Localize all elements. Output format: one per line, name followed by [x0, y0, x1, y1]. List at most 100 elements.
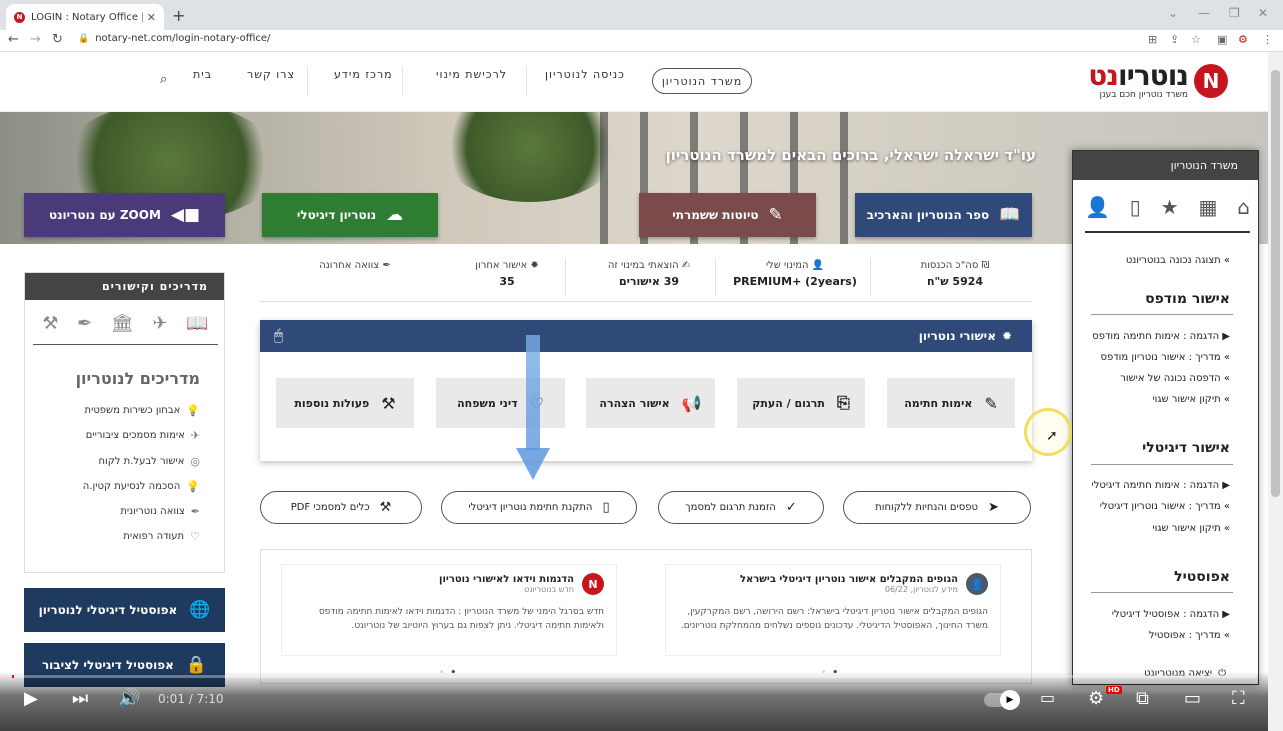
- sidebar-demo-link[interactable]: ▶ הדגמה : אימות חתימה דיגיטלי: [1091, 480, 1230, 491]
- book-open-icon[interactable]: 📖: [186, 313, 208, 334]
- video-camera-icon: ■◀: [170, 205, 201, 225]
- sidebar-link-proper-display[interactable]: » תצוגה נכונה בנוטריונט: [1126, 255, 1230, 266]
- order-translation-button[interactable]: ✓ הזמנת תרגום למסמך: [658, 491, 824, 524]
- sidebar-guide-link[interactable]: » מדריך : אישור נוטריון דיגיטלי: [1100, 501, 1230, 512]
- user-check-icon: 👤: [808, 260, 825, 271]
- heart-pulse-icon: ♡: [190, 530, 200, 543]
- minimize-icon[interactable]: —: [1198, 6, 1210, 20]
- film-icon[interactable]: ▦: [1198, 195, 1217, 219]
- sidebar-guide-link[interactable]: » תיקון אישור שגוי: [1152, 523, 1230, 534]
- sidebar-guide-link[interactable]: » תיקון אישור שגוי: [1152, 394, 1230, 405]
- guide-link[interactable]: ◎ אישור לבעל.ת לקוח: [98, 455, 200, 468]
- tile-more-actions[interactable]: ⚒ פעולות נוספות: [276, 378, 414, 428]
- reload-icon[interactable]: ↻: [52, 32, 63, 47]
- site-logo[interactable]: נוטריונט משרד נוטריון חכם בענן N: [1088, 62, 1228, 100]
- search-icon[interactable]: ⌕: [160, 72, 167, 87]
- tools-icon: ⚒: [381, 393, 396, 413]
- install-signature-button[interactable]: ▯ התקנת חתימת נוטריון דיגיטלי: [441, 491, 637, 524]
- sidebar-guide-link[interactable]: » הדפסה נכונה של אישור: [1120, 373, 1230, 384]
- zoom-button[interactable]: ■◀ ZOOM עם נוטריונט: [24, 193, 225, 237]
- menu-info-center[interactable]: מרכז מידע: [334, 68, 393, 81]
- new-tab-button[interactable]: +: [172, 6, 185, 25]
- restore-icon[interactable]: ❐: [1229, 6, 1240, 20]
- share-icon[interactable]: ⇪: [1170, 33, 1179, 46]
- tile-declaration[interactable]: 📢 אישור הצהרה: [586, 378, 715, 428]
- fullscreen-icon[interactable]: ⛶: [1232, 688, 1245, 709]
- tile-translation-copy[interactable]: ⎘ תרגום / העתק: [737, 378, 865, 428]
- tile-family-law[interactable]: ♡דיני משפחה: [436, 378, 565, 428]
- back-icon[interactable]: ←: [8, 32, 19, 47]
- volume-icon[interactable]: 🔊: [118, 688, 140, 709]
- translate-icon[interactable]: ⊞: [1148, 33, 1157, 46]
- guide-link[interactable]: ♡ תעודה רפואית: [123, 530, 200, 543]
- page-scrollbar[interactable]: [1268, 52, 1283, 731]
- copy-icon: ⎘: [836, 393, 850, 412]
- menu-office-button[interactable]: משרד הנוטריון: [652, 68, 752, 94]
- news-card[interactable]: N הדגמות וידאו לאישורי נוטריון חדש בנוטר…: [281, 564, 617, 656]
- forms-guidelines-button[interactable]: ➤ טפסים והנחיות ללקוחות: [843, 491, 1031, 524]
- news-meta: חדש בנוטריונט: [524, 585, 574, 594]
- next-icon[interactable]: ⏭: [72, 688, 88, 709]
- approvals-panel: ✹ אישורי נוטריון 🖱 ✎ אימות חתימה ⎘ תרגום / …: [260, 320, 1032, 461]
- annotation-arrow: [526, 335, 540, 450]
- theater-mode-icon[interactable]: ▭: [1184, 688, 1201, 709]
- window-close-icon[interactable]: ✕: [1258, 6, 1268, 20]
- logo-wordmark: נוטריונט: [1088, 59, 1189, 92]
- close-tab-icon[interactable]: ✕: [147, 11, 156, 24]
- airplane-icon[interactable]: ✈: [152, 313, 167, 334]
- guide-link[interactable]: 💡 הסכמה לנסיעת קטין.ה: [83, 480, 200, 493]
- side-panel-icon[interactable]: ▣: [1217, 33, 1227, 46]
- video-progress-bar[interactable]: [12, 675, 1256, 678]
- logo-n-icon: N: [1194, 64, 1228, 98]
- sidebar-demo-link[interactable]: ▶ הדגמה : אפוסטיל דיגיטלי: [1112, 609, 1230, 620]
- folder-star-icon[interactable]: ★: [1161, 195, 1179, 219]
- guide-link[interactable]: ✈ אימות מסמכים ציבוריים: [86, 429, 200, 442]
- miniplayer-icon[interactable]: ⧉: [1136, 688, 1149, 709]
- bulb-icon: 💡: [186, 480, 200, 493]
- subtitles-icon[interactable]: ▭: [1040, 688, 1055, 707]
- menu-home[interactable]: בית: [193, 68, 212, 81]
- plant-image: [440, 112, 620, 202]
- sidebar-guide-link[interactable]: » מדריך : אישור נוטריון מודפס: [1100, 352, 1230, 363]
- menu-divider: [402, 66, 403, 96]
- tools-icon: ⚒: [379, 500, 392, 515]
- seal-icon: ✹: [527, 260, 539, 271]
- sidebar-guide-link[interactable]: » מדריך : אפוסטיל: [1149, 630, 1230, 641]
- menu-contact[interactable]: צרו קשר: [247, 68, 295, 81]
- usb-token-icon[interactable]: ▯: [1130, 195, 1141, 219]
- user-icon[interactable]: 👤: [1085, 195, 1110, 219]
- guides-panel: מדריכים וקישורים ⚒ ✒ 🏛 ✈ 📖 מדריכים לנוטר…: [24, 272, 225, 573]
- browser-menu-icon[interactable]: ⋮: [1262, 33, 1273, 46]
- menu-notary-login[interactable]: כניסה לנוטריון: [545, 68, 625, 81]
- digital-notary-button[interactable]: ☁ נוטריון דיגיטלי: [262, 193, 438, 237]
- home-icon[interactable]: ⌂: [1237, 195, 1250, 219]
- stat-last-will: ✒ צוואה אחרונה: [319, 260, 391, 271]
- bank-icon[interactable]: 🏛: [111, 313, 134, 334]
- globe-icon: 🌐: [189, 600, 211, 620]
- scrollbar-thumb[interactable]: [1271, 70, 1280, 497]
- autoplay-toggle[interactable]: ▶: [984, 690, 1020, 710]
- quill-icon[interactable]: ✒: [77, 313, 92, 334]
- browser-tab[interactable]: N LOGIN : Notary Office | נוטריון חכם בע…: [6, 4, 164, 30]
- url-field[interactable]: 🔒 notary-net.com/login-notary-office/: [78, 33, 270, 44]
- tab-search-icon[interactable]: ⌄: [1168, 6, 1178, 20]
- profile-icon[interactable]: ⚙: [1238, 33, 1248, 46]
- pdf-tools-button[interactable]: ⚒ כלים למסמכי PDF: [260, 491, 422, 524]
- drafts-button[interactable]: ✎ טיוטות ששמרתי: [639, 193, 816, 237]
- sidebar-demo-link[interactable]: ▶ הדגמה : אימות חתימה מודפס: [1092, 331, 1230, 342]
- book-archive-button[interactable]: 📖 ספר הנוטריון והארכיב: [855, 193, 1032, 237]
- apostille-notary-button[interactable]: 🌐 אפוסטיל דיגיטלי לנוטריון: [24, 588, 225, 632]
- guide-link[interactable]: ✒ צוואה נוטריונית: [120, 505, 200, 518]
- hammer-icon[interactable]: ⚒: [42, 313, 58, 334]
- forward-icon[interactable]: →: [30, 32, 41, 47]
- settings-gear-icon[interactable]: ⚙: [1088, 688, 1104, 709]
- play-icon[interactable]: ▶: [24, 688, 38, 709]
- tab-title: LOGIN : Notary Office | נוטריון חכם בענן: [31, 11, 143, 23]
- guide-link[interactable]: 💡 אבחון כשירות משפטית: [85, 404, 200, 417]
- tile-signature-verification[interactable]: ✎ אימות חתימה: [887, 378, 1015, 428]
- mouse-cursor-icon: ➚: [1046, 428, 1058, 444]
- menu-purchase[interactable]: לרכישת מינוי: [436, 68, 507, 81]
- bookmark-star-icon[interactable]: ☆: [1191, 33, 1201, 46]
- paper-plane-icon: ➤: [987, 500, 999, 515]
- news-card[interactable]: 👤 הגופים המקבלים אישור נוטריון דיגיטלי ב…: [665, 564, 1001, 656]
